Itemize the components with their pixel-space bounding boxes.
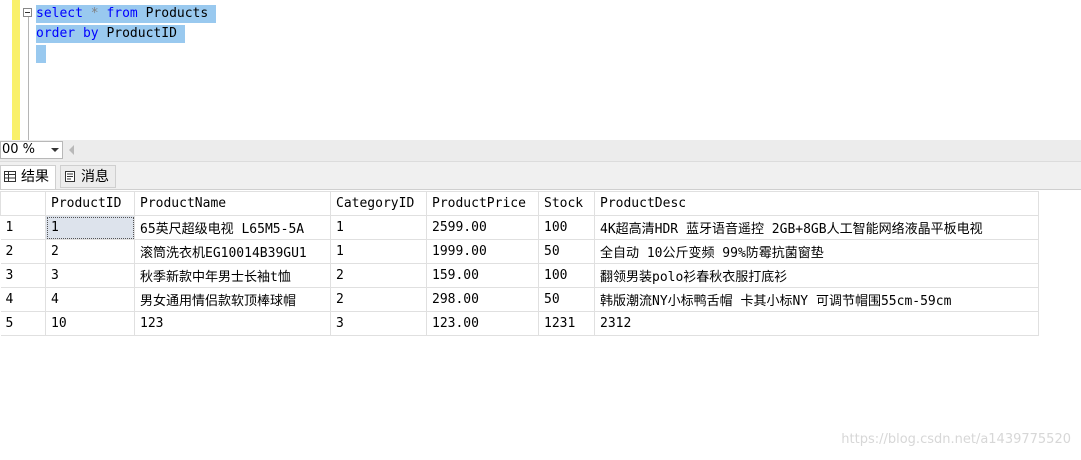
cell[interactable]: 123 <box>134 311 331 336</box>
cell[interactable]: 翻领男装polo衫春秋衣服打底衫 <box>594 263 1039 288</box>
cell[interactable]: 1 <box>330 239 427 264</box>
table-row: 1 1 65英尺超级电视 L65M5-5A 1 2599.00 100 4K超高… <box>0 215 1039 240</box>
keyword: order by <box>36 26 99 41</box>
cell[interactable]: 2 <box>330 263 427 288</box>
row-header-corner[interactable] <box>0 191 46 216</box>
cell[interactable]: 1 <box>330 215 427 240</box>
row-number[interactable]: 3 <box>0 263 46 288</box>
cell[interactable]: 159.00 <box>426 263 539 288</box>
row-number[interactable]: 1 <box>0 215 46 240</box>
cell[interactable]: 2312 <box>594 311 1039 336</box>
cell[interactable]: 123.00 <box>426 311 539 336</box>
row-number[interactable]: 5 <box>0 311 46 336</box>
cell[interactable]: 1999.00 <box>426 239 539 264</box>
tab-label: 结果 <box>21 169 49 185</box>
scroll-left-icon[interactable] <box>69 145 74 155</box>
cell[interactable]: 1 <box>45 215 135 240</box>
cell[interactable]: 2599.00 <box>426 215 539 240</box>
tab-messages[interactable]: 消息 <box>60 165 116 188</box>
tab-label: 消息 <box>81 169 109 185</box>
row-number[interactable]: 2 <box>0 239 46 264</box>
code-line-3[interactable] <box>36 45 46 63</box>
cell[interactable]: 秋季新款中年男士长袖t恤 <box>134 263 331 288</box>
outline-guide <box>28 8 29 140</box>
cell[interactable]: 滚筒洗衣机EG10014B39GU1 <box>134 239 331 264</box>
table-row: 2 2 滚筒洗衣机EG10014B39GU1 1 1999.00 50 全自动 … <box>0 239 1039 264</box>
code-line-1[interactable]: select * from Products <box>36 5 217 23</box>
cell[interactable]: 全自动 10公斤变频 99%防霉抗菌窗垫 <box>594 239 1039 264</box>
cell[interactable]: 4 <box>45 287 135 312</box>
keyword: from <box>106 6 138 21</box>
identifier: ProductID <box>106 26 177 41</box>
tab-results[interactable]: 结果 <box>0 165 56 189</box>
table-row: 5 10 123 3 123.00 1231 2312 <box>0 311 1039 336</box>
cell[interactable]: 50 <box>538 287 595 312</box>
column-header[interactable]: ProductName <box>134 191 331 216</box>
cell[interactable]: 男女通用情侣款软顶棒球帽 <box>134 287 331 312</box>
column-header[interactable]: CategoryID <box>330 191 427 216</box>
column-header[interactable]: ProductPrice <box>426 191 539 216</box>
result-tabs: 结果 消息 <box>0 162 1081 190</box>
operator: * <box>90 6 99 21</box>
table-row: 3 3 秋季新款中年男士长袖t恤 2 159.00 100 翻领男装polo衫春… <box>0 263 1039 288</box>
cell[interactable]: 100 <box>538 263 595 288</box>
sql-editor[interactable]: select * from Products order by ProductI… <box>0 0 1081 140</box>
grid-icon <box>4 171 16 182</box>
cell[interactable]: 65英尺超级电视 L65M5-5A <box>134 215 331 240</box>
results-grid: ProductID ProductName CategoryID Product… <box>0 191 1039 336</box>
cell[interactable]: 50 <box>538 239 595 264</box>
cell[interactable]: 韩版潮流NY小标鸭舌帽 卡其小标NY 可调节帽围55cm-59cm <box>594 287 1039 312</box>
message-icon <box>65 171 75 182</box>
collapse-icon[interactable] <box>23 8 32 17</box>
cell[interactable]: 3 <box>330 311 427 336</box>
cell[interactable]: 3 <box>45 263 135 288</box>
cell[interactable]: 2 <box>330 287 427 312</box>
column-header[interactable]: ProductDesc <box>594 191 1039 216</box>
cell[interactable]: 100 <box>538 215 595 240</box>
change-marker <box>12 0 20 140</box>
cell[interactable]: 1231 <box>538 311 595 336</box>
column-header[interactable]: ProductID <box>45 191 135 216</box>
cell[interactable]: 2 <box>45 239 135 264</box>
row-number[interactable]: 4 <box>0 287 46 312</box>
code-line-2[interactable]: order by ProductID <box>36 25 185 43</box>
cell[interactable]: 10 <box>45 311 135 336</box>
zoom-bar: 00 % <box>0 140 1081 162</box>
zoom-select[interactable]: 00 % <box>0 141 63 159</box>
keyword: select <box>36 6 83 21</box>
column-header[interactable]: Stock <box>538 191 595 216</box>
cell[interactable]: 298.00 <box>426 287 539 312</box>
zoom-value: 00 % <box>2 142 36 157</box>
watermark-text: https://blog.csdn.net/a1439775520 <box>841 432 1071 447</box>
chevron-down-icon[interactable] <box>51 148 59 152</box>
header-row: ProductID ProductName CategoryID Product… <box>0 191 1039 216</box>
identifier: Products <box>145 6 209 21</box>
table-row: 4 4 男女通用情侣款软顶棒球帽 2 298.00 50 韩版潮流NY小标鸭舌帽… <box>0 287 1039 312</box>
cell[interactable]: 4K超高清HDR 蓝牙语音遥控 2GB+8GB人工智能网络液晶平板电视 <box>594 215 1039 240</box>
